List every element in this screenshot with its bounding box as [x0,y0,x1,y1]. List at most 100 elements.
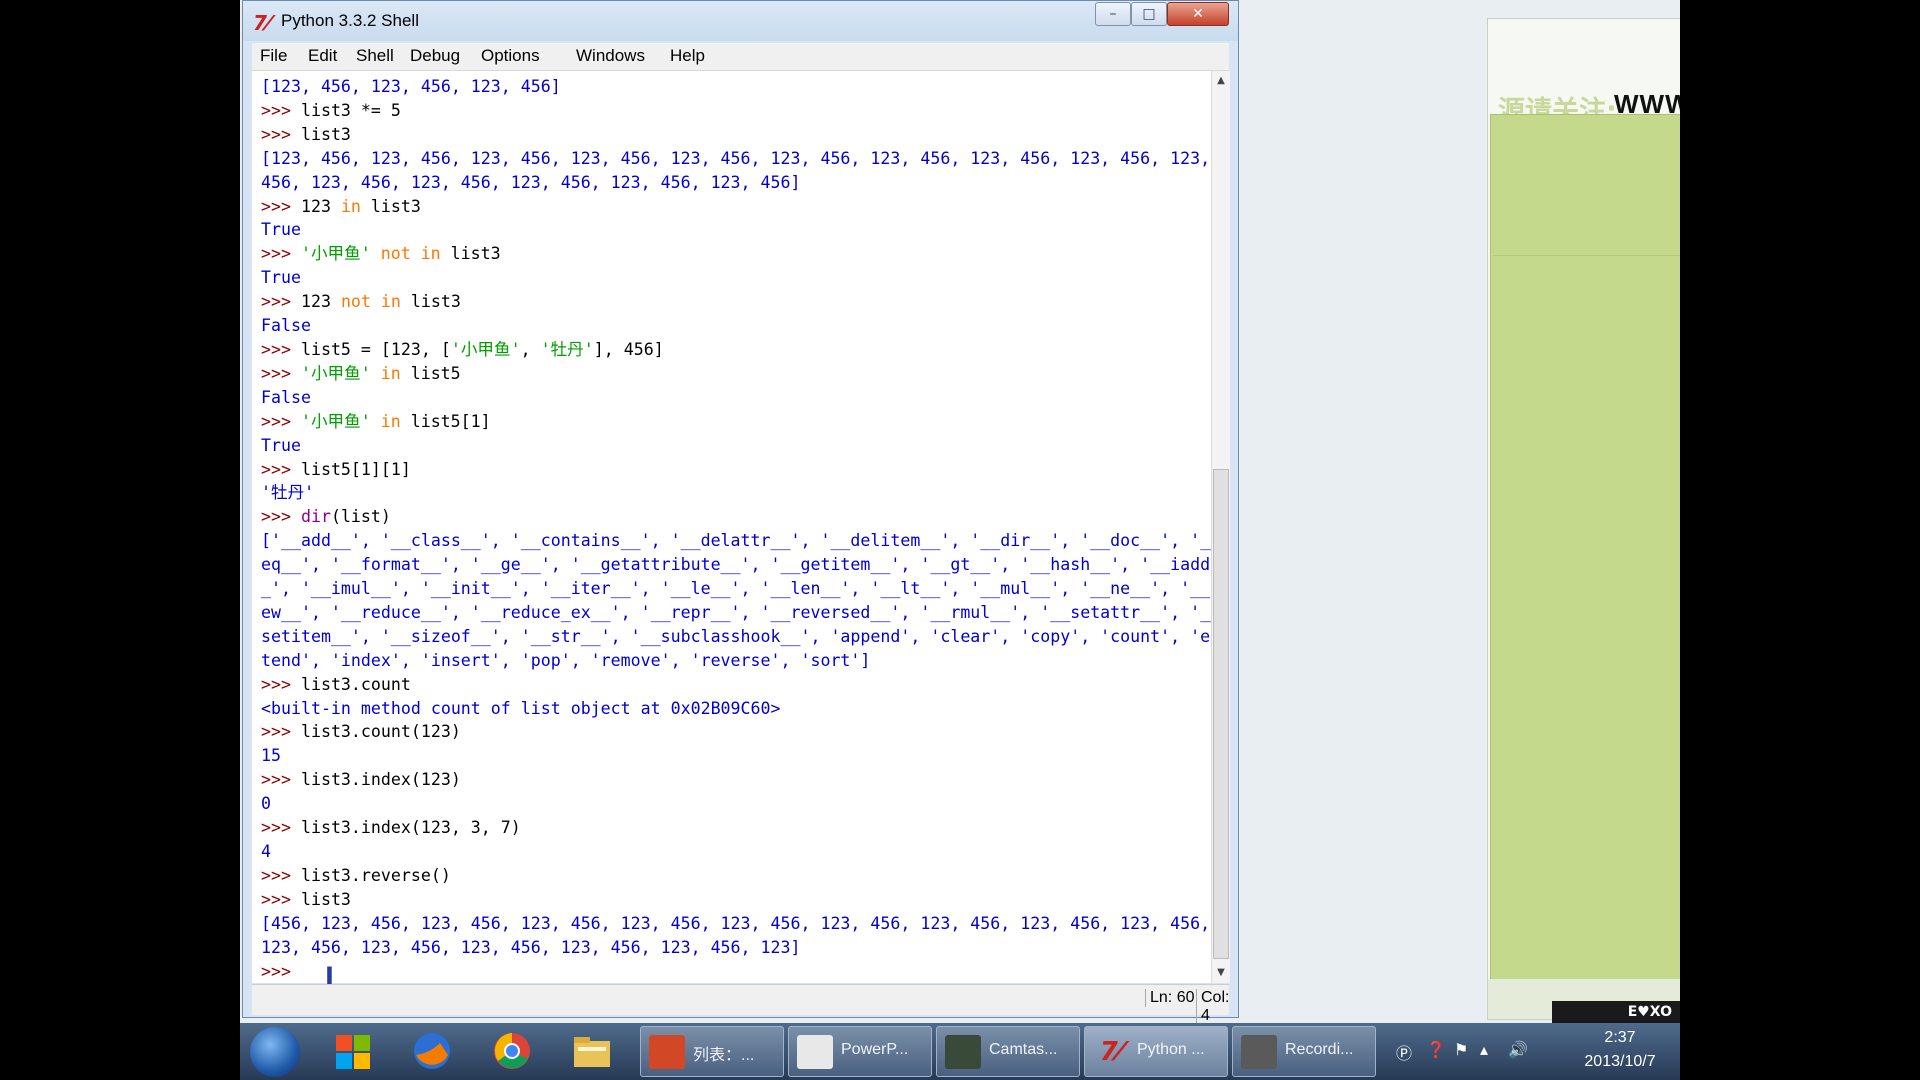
shell-text: '小甲鱼' [300,363,371,383]
shell-prompt: >>> [261,818,301,838]
shell-line: tend', 'index', 'insert', 'pop', 'remove… [261,649,1211,673]
python-idle-icon: 7⁄ [253,11,271,35]
shell-line: >>> list3.index(123, 3, 7) [261,816,1211,840]
shell-text: list3.count(123) [300,722,461,742]
text-cursor-icon: I [325,962,334,990]
close-button[interactable]: ✕ [1167,2,1229,26]
shell-text: eq__', '__format__', '__ge__', '__getatt… [261,555,1211,575]
scroll-down-arrow-icon[interactable]: ▼ [1212,963,1230,983]
maximize-button[interactable]: □ [1131,2,1167,26]
powerpoint-icon [797,1035,833,1069]
taskbar-button-ppt-list[interactable]: 列表：... [640,1026,784,1077]
shell-line: eq__', '__format__', '__ge__', '__getatt… [261,553,1211,577]
background-browser-window[interactable]: 源请关注: WWW.FISHC.COM [1487,18,1680,1020]
clock-date[interactable]: 2013/10/7 [1570,1053,1670,1071]
shell-text: 4 [261,842,271,861]
camtasia-icon [945,1035,981,1069]
menu-windows[interactable]: Windows [576,46,645,66]
minimize-button[interactable]: – [1095,2,1131,26]
menu-bar: File Edit Shell Debug Options Windows He… [252,43,1229,71]
help-icon[interactable]: ❓ [1426,1040,1446,1059]
title-bar[interactable]: 7⁄ Python 3.3.2 Shell – □ ✕ [243,1,1238,41]
shell-line: 4 [261,840,1211,864]
pinned-app-icon[interactable] [330,1029,376,1073]
shell-line: >>> list3.count [261,673,1211,697]
notification-flag-icon[interactable]: ⚑ [1454,1040,1468,1059]
shell-text: dir [300,507,331,527]
show-hidden-icons-icon[interactable]: ▴ [1480,1040,1488,1059]
taskbar-button-camtasia[interactable]: Camtas... [936,1026,1080,1077]
shell-line: [123, 456, 123, 456, 123, 456, 123, 456,… [261,147,1211,171]
shell-text: [123, 456, 123, 456, 123, 456] [261,77,561,96]
taskbar-button-label: Python ... [1137,1041,1205,1058]
shell-text [371,412,381,431]
menu-edit[interactable]: Edit [308,46,337,66]
shell-line: >>> list3 *= 5 [261,99,1211,123]
shell-text: ], 456] [593,339,664,359]
shell-prompt: >>> [261,196,301,216]
shell-prompt: >>> [261,889,301,909]
menu-help[interactable]: Help [670,46,705,66]
python-shell-window[interactable]: 7⁄ Python 3.3.2 Shell – □ ✕ File Edit Sh… [242,0,1239,1025]
shell-line: >>> list3 [261,123,1211,147]
shell-line: ew__', '__reduce__', '__reduce_ex__', '_… [261,601,1211,625]
shell-line: [123, 456, 123, 456, 123, 456] [261,75,1211,99]
shell-line: >>> list3.reverse() [261,864,1211,888]
menu-options[interactable]: Options [481,46,540,66]
shell-text: '小甲鱼' [450,339,521,359]
menu-debug[interactable]: Debug [410,46,460,66]
shell-text: list3.index(123, 3, 7) [300,818,521,838]
shell-prompt: >>> [261,865,301,885]
start-button[interactable] [250,1027,300,1077]
shell-text: False [261,316,311,336]
chrome-icon[interactable] [490,1029,536,1073]
input-method-icon[interactable]: Ⓟ [1396,1040,1412,1064]
shell-line: True [261,266,1211,290]
shell-text: '牡丹' [540,339,594,359]
shell-line: >>> list5 = [123, ['小甲鱼', '牡丹'], 456] [261,338,1211,362]
shell-text: '小甲鱼' [300,411,371,431]
shell-text: list3 [400,292,461,312]
scroll-up-arrow-icon[interactable]: ▲ [1212,71,1230,91]
shell-line: False [261,314,1211,338]
shell-text: _', '__imul__', '__init__', '__iter__', … [261,579,1211,599]
menu-file[interactable]: File [260,46,287,66]
shell-line: ['__add__', '__class__', '__contains__',… [261,529,1211,553]
shell-text: <built-in method count of list object at… [261,698,781,718]
shell-text: list3.reverse() [300,865,451,885]
shell-text: list5[1] [400,411,491,431]
shell-line: >>> '小甲鱼' in list5 [261,362,1211,386]
taskbar-button-powerpoint[interactable]: PowerP... [788,1026,932,1077]
volume-icon[interactable]: 🔊 [1508,1040,1528,1059]
scroll-thumb[interactable] [1213,469,1229,959]
firefox-icon[interactable] [410,1029,456,1073]
taskbar-button-recording[interactable]: Recordi... [1232,1026,1376,1077]
shell-prompt: >>> [261,722,301,742]
shell-prompt: >>> [261,363,301,383]
vertical-scrollbar[interactable]: ▲ ▼ [1211,71,1230,983]
file-explorer-icon[interactable] [570,1029,616,1073]
shell-line: [456, 123, 456, 123, 456, 123, 456, 123,… [261,912,1211,936]
menu-shell[interactable]: Shell [356,46,394,66]
taskbar-button-python[interactable]: 7⁄ Python ... [1084,1026,1228,1077]
shell-text: 123 [300,292,341,312]
window-title: Python 3.3.2 Shell [281,11,419,30]
shell-line: True [261,434,1211,458]
shell-line: >>> list3.count(123) [261,720,1211,744]
shell-line: setitem__', '__sizeof__', '__str__', '__… [261,625,1211,649]
taskbar-button-label: Recordi... [1285,1041,1354,1058]
shell-line: 456, 123, 456, 123, 456, 123, 456, 123, … [261,171,1211,195]
shell-text: True [261,220,301,240]
shell-text: True [261,268,301,288]
shell-text: 123 [300,196,341,216]
status-bar: Ln: 60 Col: 4 [252,984,1229,1025]
shell-text-area[interactable]: [123, 456, 123, 456, 123, 456] >>> list3 … [252,71,1211,983]
shell-prompt: >>> [261,411,301,431]
shell-text: 15 [261,746,281,766]
shell-text: 0 [261,794,271,814]
clock-time[interactable]: 2:37 [1570,1029,1670,1047]
shell-text: , [520,339,541,359]
shell-text: in [340,196,361,216]
shell-line: '牡丹' [261,481,1211,505]
shell-line: >>> '小甲鱼' not in list3 [261,242,1211,266]
